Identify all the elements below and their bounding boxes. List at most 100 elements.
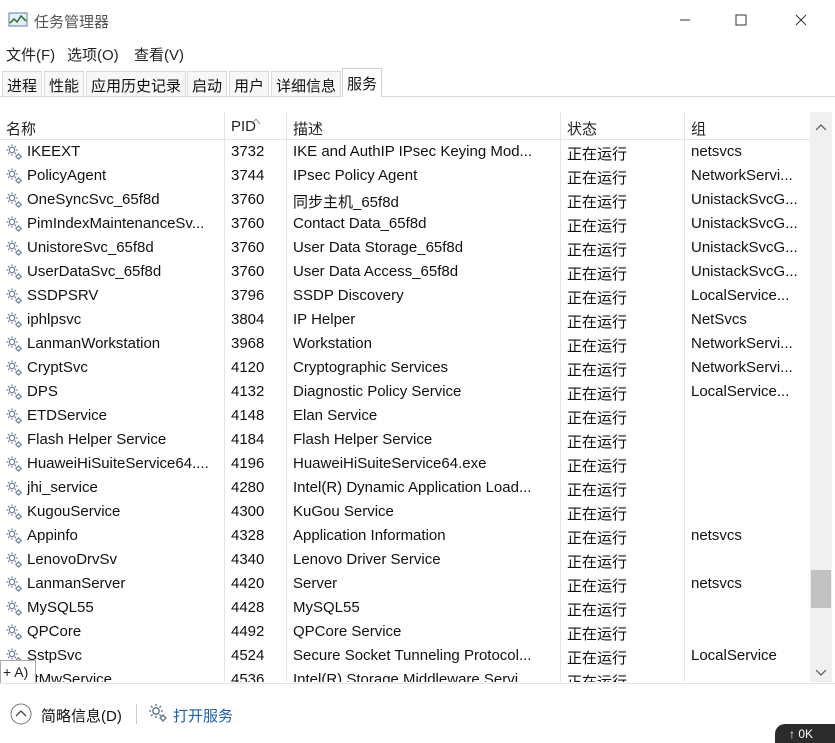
service-status: 正在运行 [567, 506, 628, 523]
gear-icon [4, 142, 24, 162]
tab-details[interactable]: 详细信息 [271, 71, 342, 96]
table-row[interactable]: LanmanWorkstation 3968 Workstation 正在运行 Netw… [0, 332, 810, 356]
service-group: NetworkServi... [691, 335, 793, 352]
chevron-up-icon[interactable] [10, 703, 32, 725]
title-bar: 任务管理器 [0, 0, 835, 40]
service-status: 正在运行 [567, 650, 628, 667]
table-row[interactable]: OneSyncSvc_65f8d 3760 同步主机_65f8d 正在运行 Unista… [0, 188, 810, 212]
table-row[interactable]: DPS 4132 Diagnostic Policy Service 正在运行 Loca… [0, 380, 810, 404]
service-pid: 4524 [231, 647, 265, 664]
gear-icon [4, 574, 24, 594]
column-header-description[interactable]: 描述 [293, 118, 323, 139]
table-row[interactable]: Flash Helper Service 4184 Flash Helper Ser… [0, 428, 810, 452]
services-list: 名称 PID 描述 状态 组 IKEEXT 3732 IKE and AuthIP … [0, 112, 810, 682]
service-status: 正在运行 [567, 314, 628, 331]
service-description: Lenovo Driver Service [293, 551, 441, 568]
tab-services[interactable]: 服务 [342, 68, 383, 97]
service-status: 正在运行 [567, 194, 628, 211]
gear-icon [4, 526, 24, 546]
menu-options[interactable]: 选项(O) [67, 44, 119, 65]
tab-app-history[interactable]: 应用历史记录 [86, 71, 187, 96]
open-services-link[interactable]: 打开服务 [173, 705, 233, 726]
service-description: SSDP Discovery [293, 287, 404, 304]
service-pid: 3760 [231, 263, 265, 280]
table-row[interactable]: PolicyAgent 3744 IPsec Policy Agent 正在运行 Net… [0, 164, 810, 188]
arrow-up-icon: ↑ [789, 727, 795, 741]
scrollbar-thumb[interactable] [811, 570, 831, 608]
service-status: 正在运行 [567, 410, 628, 427]
tab-startup[interactable]: 启动 [187, 71, 228, 96]
service-name: UserDataSvc_65f8d [27, 263, 162, 280]
tab-processes[interactable]: 进程 [2, 71, 43, 96]
service-name: stMwService [27, 671, 113, 682]
table-row[interactable]: PimIndexMaintenanceSv... 3760 Contact Data… [0, 212, 810, 236]
service-description: IP Helper [293, 311, 356, 328]
gear-icon [4, 310, 24, 330]
table-row[interactable]: LenovoDrvSv 4340 Lenovo Driver Service 正在运行 [0, 548, 810, 572]
scroll-down-icon[interactable] [815, 664, 827, 682]
service-status: 正在运行 [567, 290, 628, 307]
service-status: 正在运行 [567, 218, 628, 235]
minimize-button[interactable] [662, 0, 708, 40]
gear-icon [4, 358, 24, 378]
table-row[interactable]: MySQL55 4428 MySQL55 正在运行 [0, 596, 810, 620]
vertical-scrollbar[interactable] [810, 112, 832, 682]
service-pid: 4132 [231, 383, 265, 400]
menu-view[interactable]: 查看(V) [134, 44, 184, 65]
close-button[interactable] [778, 0, 824, 40]
column-header-status[interactable]: 状态 [567, 118, 597, 139]
service-name: QPCore [27, 623, 82, 640]
table-row[interactable]: LanmanServer 4420 Server 正在运行 netsvcs [0, 572, 810, 596]
service-pid: 3744 [231, 167, 265, 184]
service-name: Appinfo [27, 527, 78, 544]
menu-file[interactable]: 文件(F) [6, 44, 55, 65]
service-status: 正在运行 [567, 458, 628, 475]
table-row[interactable]: SstpSvc 4524 Secure Socket Tunneling Proto… [0, 644, 810, 668]
table-row[interactable]: CryptSvc 4120 Cryptographic Services 正在运行 Ne… [0, 356, 810, 380]
service-name: LanmanWorkstation [27, 335, 161, 352]
table-row[interactable]: ETDService 4148 Elan Service 正在运行 [0, 404, 810, 428]
table-row[interactable]: jhi_service 4280 Intel(R) Dynamic Applicat… [0, 476, 810, 500]
services-gear-icon[interactable] [147, 702, 169, 724]
service-name: PimIndexMaintenanceSv... [27, 215, 205, 232]
table-row[interactable]: stMwService 4536 Intel(R) Storage Middlewa… [0, 668, 810, 682]
service-description: Contact Data_65f8d [293, 215, 427, 232]
table-row[interactable]: UserDataSvc_65f8d 3760 User Data Access_65… [0, 260, 810, 284]
service-status: 正在运行 [567, 266, 628, 283]
table-row[interactable]: SSDPSRV 3796 SSDP Discovery 正在运行 LocalServic… [0, 284, 810, 308]
service-name: CryptSvc [27, 359, 88, 376]
service-status: 正在运行 [567, 626, 628, 643]
service-status: 正在运行 [567, 530, 628, 547]
maximize-button[interactable] [718, 0, 764, 40]
service-description: Diagnostic Policy Service [293, 383, 462, 400]
table-row[interactable]: UnistoreSvc_65f8d 3760 User Data Storage_6… [0, 236, 810, 260]
column-header-group[interactable]: 组 [691, 118, 706, 139]
gear-icon [4, 214, 24, 234]
service-status: 正在运行 [567, 434, 628, 451]
column-header-row: 名称 PID 描述 状态 组 [0, 112, 810, 140]
service-pid: 3968 [231, 335, 265, 352]
tab-performance[interactable]: 性能 [44, 71, 85, 96]
service-group: NetSvcs [691, 311, 747, 328]
table-row[interactable]: QPCore 4492 QPCore Service 正在运行 [0, 620, 810, 644]
service-name: LanmanServer [27, 575, 126, 592]
service-status: 正在运行 [567, 242, 628, 259]
close-icon [795, 14, 807, 26]
brief-info-button[interactable]: 简略信息(D) [41, 705, 122, 726]
table-row[interactable]: iphlpsvc 3804 IP Helper 正在运行 NetSvcs [0, 308, 810, 332]
gear-icon [4, 430, 24, 450]
scroll-up-icon[interactable] [815, 118, 827, 136]
service-name: jhi_service [27, 479, 98, 496]
table-row[interactable]: Appinfo 4328 Application Information 正在运行 ne… [0, 524, 810, 548]
service-group: UnistackSvcG... [691, 191, 798, 208]
service-description: IPsec Policy Agent [293, 167, 418, 184]
footer-bar: 简略信息(D) 打开服务 [0, 683, 835, 743]
table-row[interactable]: IKEEXT 3732 IKE and AuthIP IPsec Keying Mo… [0, 140, 810, 164]
service-description: Server [293, 575, 338, 592]
column-header-name[interactable]: 名称 [6, 118, 36, 139]
service-name: OneSyncSvc_65f8d [27, 191, 160, 208]
table-row[interactable]: KugouService 4300 KuGou Service 正在运行 [0, 500, 810, 524]
table-row[interactable]: HuaweiHiSuiteService64.... 4196 HuaweiHiSu… [0, 452, 810, 476]
service-group: netsvcs [691, 143, 742, 160]
tab-users[interactable]: 用户 [229, 71, 270, 96]
